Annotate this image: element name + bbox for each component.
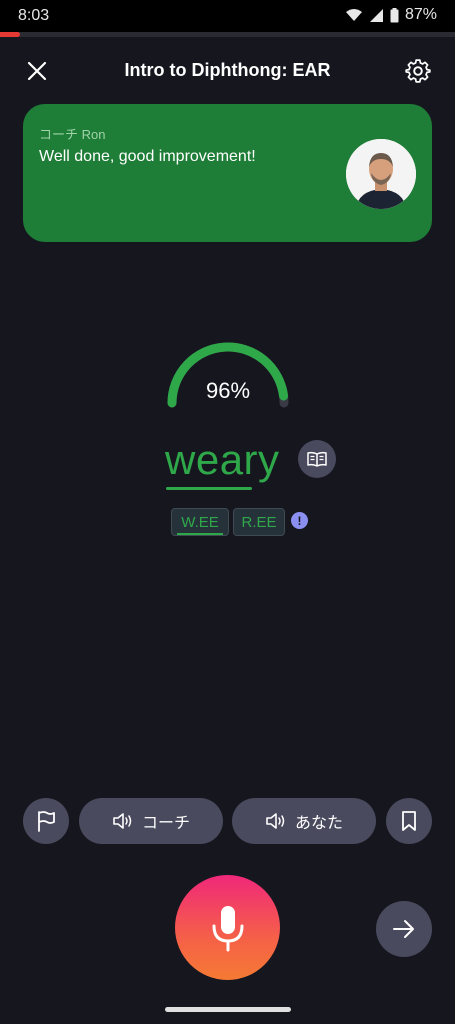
syllable-underline bbox=[177, 533, 223, 535]
lesson-progress-fill bbox=[0, 32, 21, 37]
coach-audio-label: コーチ bbox=[141, 815, 190, 832]
battery-icon bbox=[390, 7, 399, 22]
status-icons: 87% bbox=[345, 6, 437, 24]
info-icon[interactable]: ! bbox=[291, 512, 308, 529]
practice-word: weary bbox=[165, 436, 280, 483]
coach-message: Well done, good improvement! bbox=[39, 148, 256, 165]
coach-avatar bbox=[346, 139, 416, 209]
your-recording-button[interactable]: あなた bbox=[232, 798, 376, 844]
status-time: 8:03 bbox=[18, 7, 50, 24]
lesson-progress-bar bbox=[0, 32, 455, 37]
your-recording-label: あなた bbox=[294, 815, 343, 832]
record-button[interactable] bbox=[175, 875, 280, 980]
dictionary-button[interactable] bbox=[298, 440, 336, 478]
bookmark-button[interactable] bbox=[386, 798, 432, 844]
microphone-icon bbox=[212, 905, 243, 951]
flag-icon bbox=[38, 811, 55, 832]
word-underline bbox=[166, 487, 252, 490]
arrow-right-icon bbox=[393, 920, 414, 938]
coach-name: コーチ Ron bbox=[39, 127, 106, 142]
syllable-chip-2[interactable]: R.EE bbox=[233, 508, 285, 536]
top-bar: Intro to Diphthong: EAR bbox=[0, 50, 455, 94]
signal-icon bbox=[369, 8, 383, 22]
coach-audio-button[interactable]: コーチ bbox=[79, 798, 223, 844]
report-button[interactable] bbox=[23, 798, 69, 844]
wifi-icon bbox=[345, 9, 362, 21]
coach-feedback-card: コーチ Ron Well done, good improvement! bbox=[23, 104, 432, 242]
book-icon bbox=[307, 451, 327, 467]
score-percentage: 96% bbox=[205, 378, 251, 403]
settings-button[interactable] bbox=[400, 53, 436, 89]
gear-icon bbox=[405, 59, 431, 83]
bookmark-icon bbox=[402, 811, 416, 831]
coach-portrait-image bbox=[346, 139, 416, 209]
syllable-chip-1[interactable]: W.EE bbox=[171, 508, 229, 536]
page-title: Intro to Diphthong: EAR bbox=[124, 60, 331, 80]
battery-percentage: 87% bbox=[404, 6, 437, 23]
speaker-icon bbox=[113, 813, 132, 829]
home-indicator[interactable] bbox=[165, 1007, 291, 1012]
status-bar: 8:03 87% bbox=[0, 0, 455, 32]
next-button[interactable] bbox=[376, 901, 432, 957]
speaker-icon bbox=[266, 813, 285, 829]
